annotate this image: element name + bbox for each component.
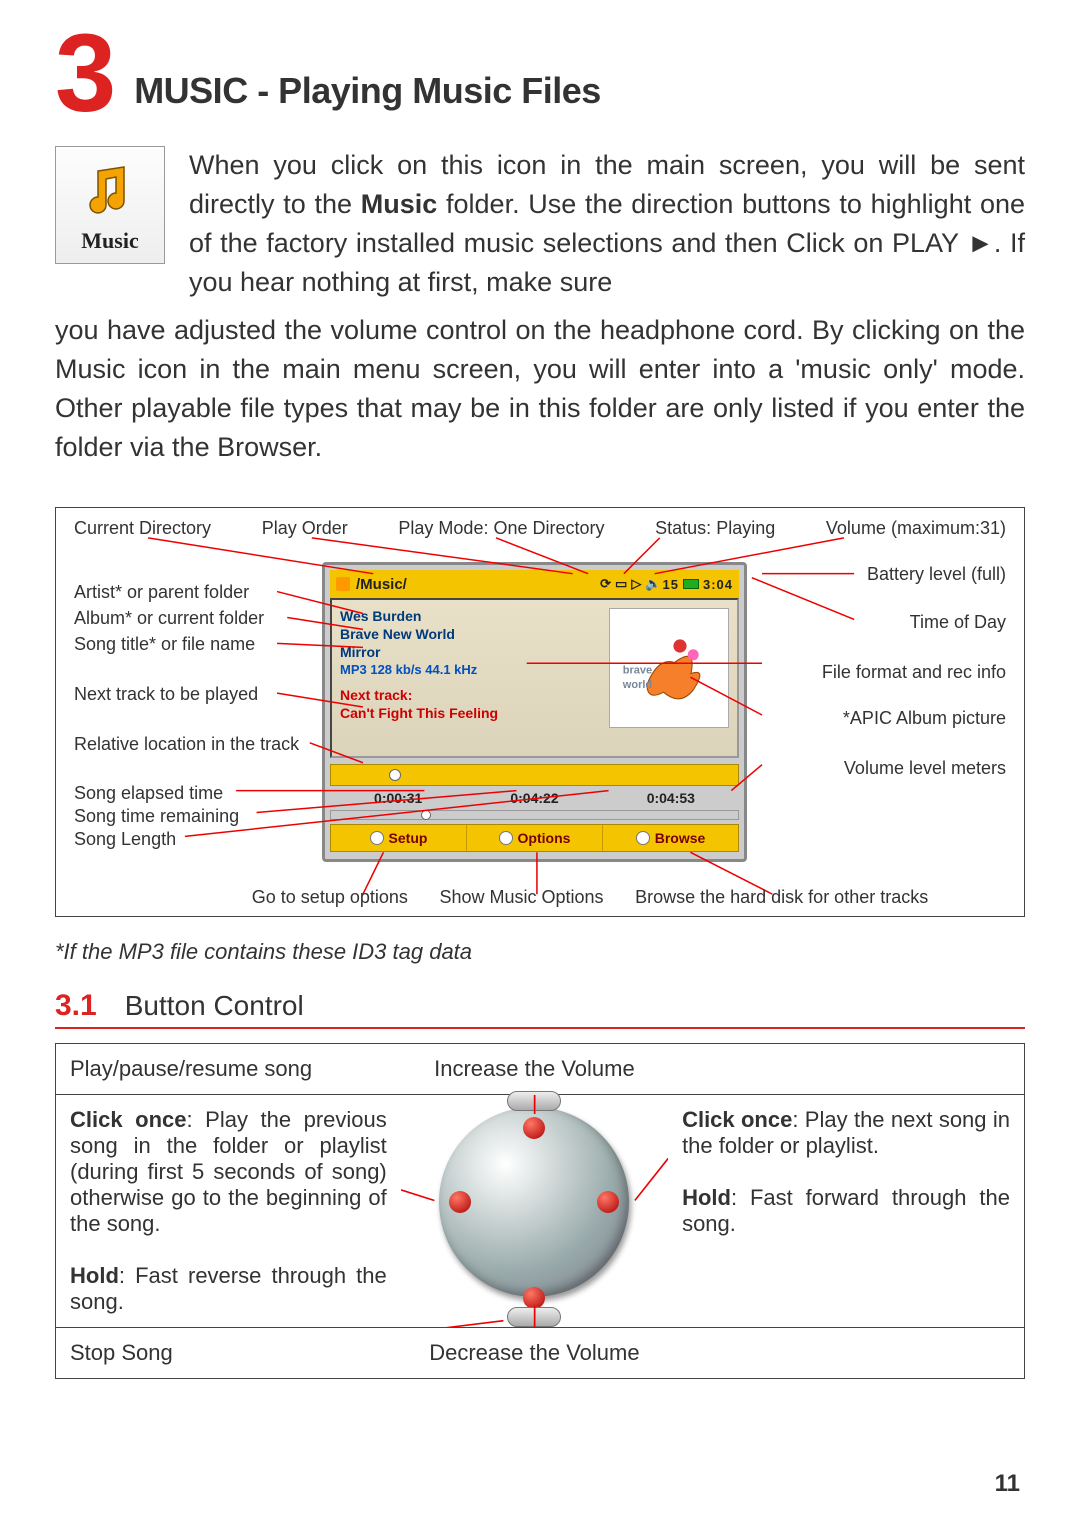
intro-paragraph-start: When you click on this icon in the main … xyxy=(189,146,1025,303)
label-rel-location: Relative location in the track xyxy=(74,734,299,755)
volume-value: 15 xyxy=(663,577,679,592)
dpad-bottom-button[interactable] xyxy=(507,1307,561,1327)
label-next-track: Next track to be played xyxy=(74,684,258,705)
cell-empty-bottom xyxy=(668,1328,1024,1379)
cell-play-pause: Play/pause/resume song xyxy=(56,1044,401,1095)
chapter-title: MUSIC - Playing Music Files xyxy=(134,70,601,112)
time-elapsed: 0:00:31 xyxy=(374,790,422,806)
note-small-icon xyxy=(499,831,513,845)
button-control-table: Play/pause/resume song Increase the Volu… xyxy=(55,1043,1025,1379)
cell-stop-song: Stop Song xyxy=(56,1328,401,1379)
intro-paragraph-cont: you have adjusted the volume control on … xyxy=(55,311,1025,468)
label-volume-max: Volume (maximum:31) xyxy=(826,518,1006,539)
note-icon xyxy=(336,577,350,591)
label-play-mode: Play Mode: One Directory xyxy=(398,518,604,539)
battery-icon xyxy=(683,579,699,589)
label-status: Status: Playing xyxy=(655,518,775,539)
time-remaining: 0:04:22 xyxy=(510,790,558,806)
subsection-title: Button Control xyxy=(125,990,304,1022)
progress-bar xyxy=(330,764,739,786)
current-path: /Music/ xyxy=(356,576,407,593)
direction-pad xyxy=(439,1107,629,1297)
page-number: 11 xyxy=(995,1470,1020,1498)
label-time-of-day: Time of Day xyxy=(910,612,1006,633)
cell-next-hold: Click once: Play the next song in the fo… xyxy=(668,1095,1024,1328)
player-screenshot-figure: Current Directory Play Order Play Mode: … xyxy=(55,507,1025,917)
softkey-setup[interactable]: Setup xyxy=(331,825,467,851)
device-titlebar: /Music/ ⟳ ▭ ▷ 🔈 15 3:04 xyxy=(330,570,739,598)
label-elapsed: Song elapsed time xyxy=(74,783,223,804)
time-total: 0:04:53 xyxy=(647,790,695,806)
label-songtitle: Song title* or file name xyxy=(74,634,255,655)
cell-increase-volume: Increase the Volume xyxy=(401,1044,668,1095)
label-apic: *APIC Album picture xyxy=(843,708,1006,729)
label-browse-disk: Browse the hard disk for other tracks xyxy=(635,887,928,908)
cell-prev-hold: Click once: Play the previous song in th… xyxy=(56,1095,401,1328)
svg-text:brave: brave xyxy=(623,665,652,677)
softkey-options[interactable]: Options xyxy=(467,825,603,851)
folder-icon: ▭ xyxy=(615,576,628,592)
chapter-number: 3 xyxy=(55,30,112,118)
label-goto-setup: Go to setup options xyxy=(252,887,408,908)
music-folder-icon: Music xyxy=(55,146,165,264)
id3-footnote: *If the MP3 file contains these ID3 tag … xyxy=(55,939,1025,965)
dpad-up-dot[interactable] xyxy=(523,1117,545,1139)
label-album: Album* or current folder xyxy=(74,608,264,629)
double-note-icon xyxy=(75,156,145,226)
dpad-right-dot[interactable] xyxy=(597,1191,619,1213)
play-status-icon: ▷ xyxy=(631,576,642,592)
album-art: brave world xyxy=(609,608,729,728)
device-screen: /Music/ ⟳ ▭ ▷ 🔈 15 3:04 Wes Burden Brave… xyxy=(322,562,747,862)
label-battery: Battery level (full) xyxy=(867,564,1006,585)
softkey-browse[interactable]: Browse xyxy=(603,825,738,851)
label-artist: Artist* or parent folder xyxy=(74,582,249,603)
label-current-directory: Current Directory xyxy=(74,518,211,539)
clock-value: 3:04 xyxy=(703,577,733,592)
cell-empty-top xyxy=(668,1044,1024,1095)
label-play-order: Play Order xyxy=(262,518,348,539)
dpad-top-button[interactable] xyxy=(507,1091,561,1111)
repeat-icon: ⟳ xyxy=(600,576,612,592)
label-vu-meters: Volume level meters xyxy=(844,758,1006,779)
label-format: File format and rec info xyxy=(822,662,1006,683)
cell-decrease-volume: Decrease the Volume xyxy=(401,1328,668,1379)
svg-text:world: world xyxy=(622,679,652,691)
label-length: Song Length xyxy=(74,829,176,850)
subsection-number: 3.1 xyxy=(55,989,97,1023)
speaker-icon: 🔈 xyxy=(645,576,662,592)
device-body: Wes Burden Brave New World Mirror MP3 12… xyxy=(330,598,739,758)
dpad-left-dot[interactable] xyxy=(449,1191,471,1213)
label-remaining: Song time remaining xyxy=(74,806,239,827)
magnifier-icon xyxy=(370,831,384,845)
music-icon-label: Music xyxy=(81,228,138,254)
label-show-options: Show Music Options xyxy=(439,887,603,908)
search-icon xyxy=(636,831,650,845)
dpad-down-dot[interactable] xyxy=(523,1287,545,1309)
volume-slider xyxy=(330,810,739,820)
